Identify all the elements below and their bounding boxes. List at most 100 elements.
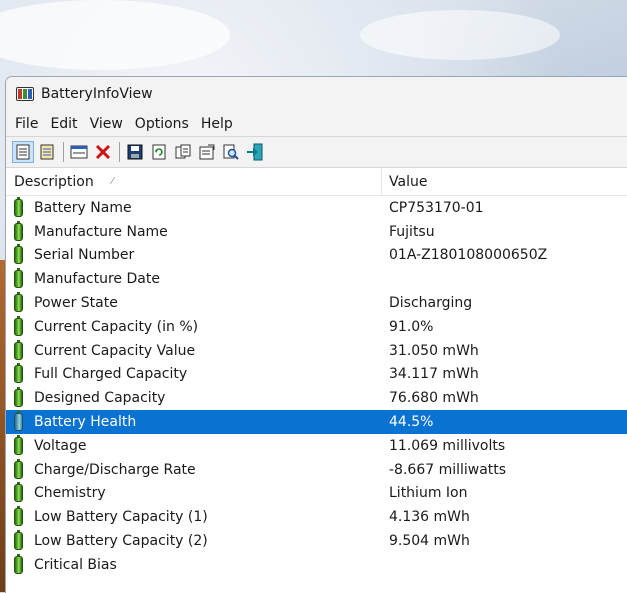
- battery-icon: [14, 506, 23, 527]
- list-row[interactable]: Manufacture Date: [6, 267, 627, 291]
- battery-icon: [14, 196, 23, 217]
- battery-icon: [14, 387, 23, 408]
- list-row[interactable]: Current Capacity Value 31.050 mWh: [6, 339, 627, 363]
- list-row[interactable]: Designed Capacity 76.680 mWh: [6, 386, 627, 410]
- window-button[interactable]: [68, 141, 90, 163]
- battery-icon: [14, 363, 23, 384]
- menu-edit[interactable]: Edit: [44, 113, 83, 135]
- find-button[interactable]: [220, 141, 242, 163]
- property-list: Battery Name CP753170-01 Manufacture Name…: [6, 196, 627, 577]
- row-value: 01A-Z180108000650Z: [389, 247, 548, 264]
- row-label: Serial Number: [34, 247, 135, 264]
- delete-icon: [95, 144, 111, 160]
- list-row[interactable]: Full Charged Capacity 34.117 mWh: [6, 363, 627, 387]
- menu-file[interactable]: File: [9, 113, 44, 135]
- list-row[interactable]: Critical Bias: [6, 553, 627, 577]
- row-value: CP753170-01: [389, 199, 484, 216]
- properties-list-icon: [40, 144, 54, 160]
- html-report-button[interactable]: [12, 141, 34, 163]
- row-label: Low Battery Capacity (2): [34, 533, 208, 550]
- battery-icon: [14, 482, 23, 503]
- row-label: Manufacture Name: [34, 223, 168, 240]
- menu-help[interactable]: Help: [195, 113, 239, 135]
- exit-button[interactable]: [244, 141, 266, 163]
- battery-icon: [14, 268, 23, 289]
- row-label: Charge/Discharge Rate: [34, 461, 196, 478]
- column-header-description[interactable]: Description ⁄: [6, 168, 382, 195]
- row-label: Chemistry: [34, 485, 106, 502]
- row-value: 31.050 mWh: [389, 342, 479, 359]
- app-window: BatteryInfoView File Edit View Options H…: [5, 76, 627, 593]
- delete-button[interactable]: [92, 141, 114, 163]
- row-label: Current Capacity (in %): [34, 318, 199, 335]
- save-button[interactable]: [124, 141, 146, 163]
- list-row[interactable]: Low Battery Capacity (1) 4.136 mWh: [6, 505, 627, 529]
- list-row-selected[interactable]: Battery Health 44.5%: [6, 410, 627, 434]
- properties-list-button[interactable]: [36, 141, 58, 163]
- battery-icon: [14, 458, 23, 479]
- window-icon: [70, 145, 88, 159]
- properties-button[interactable]: [196, 141, 218, 163]
- menu-bar: File Edit View Options Help: [6, 111, 627, 136]
- battery-icon: [14, 292, 23, 313]
- battery-icon: [14, 244, 23, 265]
- toolbar-separator: [63, 142, 64, 162]
- battery-icon: [14, 339, 23, 360]
- column-header-value[interactable]: Value: [382, 168, 627, 195]
- row-value: 34.117 mWh: [389, 366, 479, 383]
- row-value: Fujitsu: [389, 223, 435, 240]
- row-value: 11.069 millivolts: [389, 437, 506, 454]
- list-row[interactable]: Current Capacity (in %) 91.0%: [6, 315, 627, 339]
- battery-icon: [14, 411, 23, 432]
- toolbar-separator: [119, 142, 120, 162]
- column-header-value-label: Value: [389, 173, 428, 190]
- row-label: Designed Capacity: [34, 390, 166, 407]
- list-row[interactable]: Power State Discharging: [6, 291, 627, 315]
- row-label: Manufacture Date: [34, 271, 160, 288]
- title-bar[interactable]: BatteryInfoView: [6, 77, 627, 111]
- refresh-icon: [152, 144, 166, 160]
- column-header-description-label: Description: [14, 173, 94, 190]
- wallpaper-cloud: [360, 10, 560, 60]
- list-row[interactable]: Low Battery Capacity (2) 9.504 mWh: [6, 529, 627, 553]
- menu-options[interactable]: Options: [129, 113, 195, 135]
- list-row[interactable]: Voltage 11.069 millivolts: [6, 434, 627, 458]
- row-value: 76.680 mWh: [389, 390, 479, 407]
- row-value: Lithium Ion: [389, 485, 468, 502]
- list-row[interactable]: Manufacture Name Fujitsu: [6, 220, 627, 244]
- find-icon: [223, 144, 239, 160]
- battery-icon: [14, 315, 23, 336]
- battery-icon: [14, 434, 23, 455]
- battery-icon: [14, 220, 23, 241]
- row-label: Voltage: [34, 437, 87, 454]
- row-label: Battery Health: [34, 414, 137, 431]
- toolbar: [6, 136, 627, 168]
- row-value: 9.504 mWh: [389, 533, 470, 550]
- list-row[interactable]: Charge/Discharge Rate -8.667 milliwatts: [6, 458, 627, 482]
- window-title: BatteryInfoView: [41, 86, 153, 102]
- properties-icon: [199, 144, 215, 160]
- html-report-icon: [16, 144, 30, 160]
- row-label: Battery Name: [34, 199, 132, 216]
- row-label: Critical Bias: [34, 556, 117, 573]
- copy-button[interactable]: [172, 141, 194, 163]
- battery-icon: [14, 530, 23, 551]
- battery-icon: [14, 553, 23, 574]
- row-value: 91.0%: [389, 318, 434, 335]
- battery-info-app-icon: [16, 87, 34, 101]
- list-header: Description ⁄ Value: [6, 168, 627, 196]
- row-value: -8.667 milliwatts: [389, 461, 507, 478]
- refresh-button[interactable]: [148, 141, 170, 163]
- row-label: Full Charged Capacity: [34, 366, 188, 383]
- list-row[interactable]: Battery Name CP753170-01: [6, 196, 627, 220]
- row-value: Discharging: [389, 295, 473, 312]
- list-row[interactable]: Serial Number 01A-Z180108000650Z: [6, 244, 627, 268]
- menu-view[interactable]: View: [84, 113, 129, 135]
- row-label: Power State: [34, 295, 118, 312]
- copy-icon: [175, 144, 191, 159]
- exit-icon: [247, 143, 263, 161]
- wallpaper-cloud: [0, 0, 230, 70]
- list-row[interactable]: Chemistry Lithium Ion: [6, 482, 627, 506]
- save-icon: [127, 144, 143, 160]
- row-label: Current Capacity Value: [34, 342, 196, 359]
